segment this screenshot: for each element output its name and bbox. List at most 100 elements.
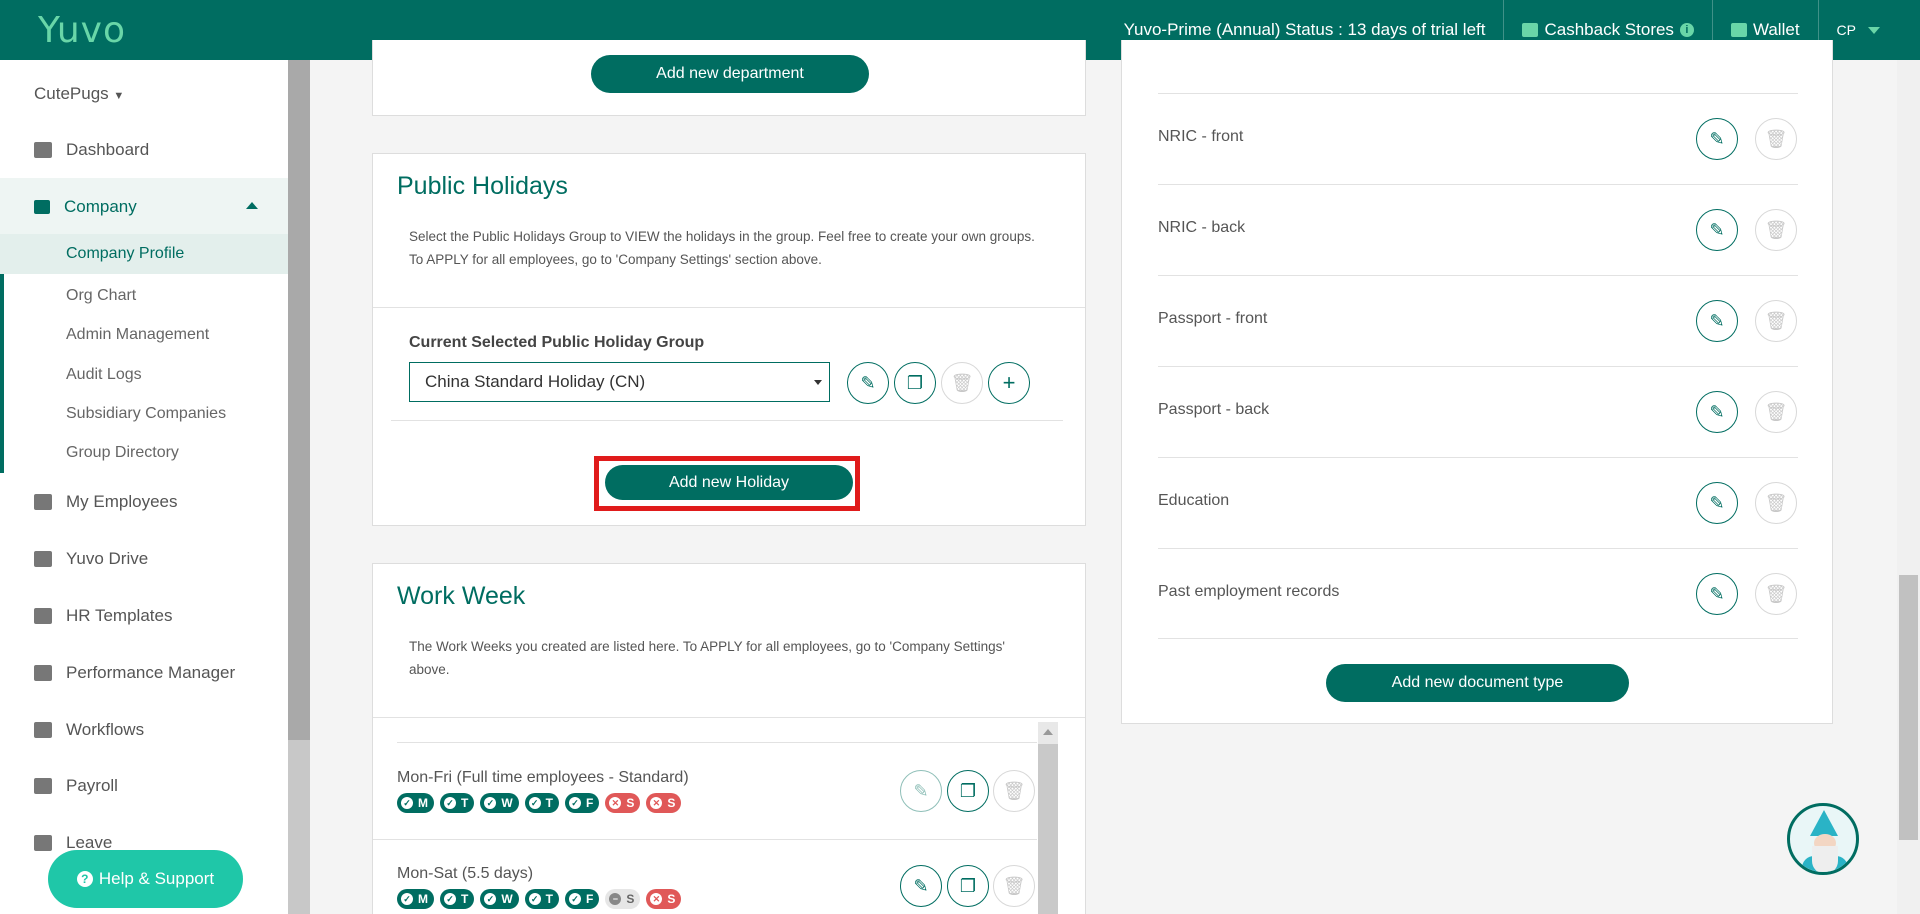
x-icon: ✕ <box>650 797 663 809</box>
copy-icon: ❐ <box>906 372 924 393</box>
delete-document-button[interactable]: 🗑 <box>1755 118 1797 160</box>
add-group-button[interactable]: + <box>988 362 1030 404</box>
yuvo-logo[interactable]: Yuvo <box>38 10 126 51</box>
sidebar-item-performance-manager[interactable]: Performance Manager <box>34 663 235 683</box>
copy-group-button[interactable]: ❐ <box>894 362 936 404</box>
public-holidays-title: Public Holidays <box>397 172 568 200</box>
day-on-badge: ✓ T <box>524 889 560 909</box>
delete-group-button[interactable]: 🗑 <box>941 362 983 404</box>
document-type-label: Education <box>1158 492 1230 509</box>
delete-work-week-button[interactable]: 🗑 <box>993 865 1035 907</box>
calendar-icon <box>34 835 52 851</box>
check-icon: ✓ <box>528 893 541 905</box>
delete-document-button[interactable]: 🗑 <box>1755 300 1797 342</box>
highlight-box <box>594 456 860 511</box>
day-on-badge: ✓ W <box>480 793 519 813</box>
pencil-icon: ✎ <box>860 372 876 393</box>
copy-work-week-button[interactable]: ❐ <box>947 770 989 812</box>
delete-work-week-button[interactable]: 🗑 <box>993 770 1035 812</box>
day-letter: T <box>461 892 469 906</box>
edit-document-button[interactable]: ✎ <box>1696 118 1738 160</box>
document-type-row: NRIC - back ✎ 🗑 <box>1158 184 1798 275</box>
sidebar-sub-org-chart[interactable]: Org Chart <box>66 287 136 305</box>
sidebar-item-label: HR Templates <box>66 606 173 625</box>
sidebar-sub-company-profile[interactable]: Company Profile <box>0 234 288 274</box>
day-on-badge: ✓ F <box>565 793 600 813</box>
sidebar-item-label: Company <box>64 197 137 216</box>
day-off-badge: ✕ S <box>646 793 682 813</box>
delete-document-button[interactable]: 🗑 <box>1755 209 1797 251</box>
edit-document-button[interactable]: ✎ <box>1696 482 1738 524</box>
day-letter: M <box>418 892 428 906</box>
sidebar-sub-subsidiary-companies[interactable]: Subsidiary Companies <box>66 405 226 423</box>
holiday-group-select[interactable]: China Standard Holiday (CN) <box>409 362 830 402</box>
pencil-icon: ✎ <box>1709 219 1725 240</box>
sidebar-item-my-employees[interactable]: My Employees <box>34 492 177 512</box>
add-department-button[interactable]: Add new department <box>591 55 869 93</box>
pencil-icon: ✎ <box>1709 128 1725 149</box>
help-support-button[interactable]: ? Help & Support <box>48 850 243 908</box>
chevron-up-icon[interactable] <box>246 202 258 209</box>
day-on-badge: ✓ T <box>440 793 475 813</box>
edit-document-button[interactable]: ✎ <box>1696 300 1738 342</box>
check-icon: ✓ <box>569 797 582 809</box>
check-icon: ✓ <box>569 893 582 905</box>
sidebar-item-hr-templates[interactable]: HR Templates <box>34 606 172 626</box>
work-week-scrollbar-thumb[interactable] <box>1038 744 1058 914</box>
sidebar-item-company-label[interactable]: Company <box>34 197 137 217</box>
assistant-avatar[interactable] <box>1787 803 1859 875</box>
add-document-type-button[interactable]: Add new document type <box>1326 664 1629 702</box>
sidebar-scrollbar-thumb[interactable] <box>288 60 310 740</box>
sidebar-sub-admin-management[interactable]: Admin Management <box>66 326 209 344</box>
pencil-icon: ✎ <box>1709 492 1725 513</box>
check-icon: ✓ <box>528 797 541 809</box>
edit-document-button[interactable]: ✎ <box>1696 391 1738 433</box>
trash-icon: 🗑 <box>1002 780 1026 801</box>
page-scrollbar-thumb[interactable] <box>1899 575 1918 840</box>
chevron-up-icon[interactable] <box>1043 729 1053 735</box>
beard-shape <box>1812 846 1838 872</box>
sidebar-sub-audit-logs[interactable]: Audit Logs <box>66 366 142 384</box>
sidebar-item-dashboard[interactable]: Dashboard <box>34 140 149 160</box>
document-type-row: Education ✎ 🗑 <box>1158 457 1798 548</box>
edit-document-button[interactable]: ✎ <box>1696 573 1738 615</box>
day-letter: S <box>667 796 676 810</box>
day-on-badge: ✓ M <box>397 793 434 813</box>
delete-document-button[interactable]: 🗑 <box>1755 391 1797 433</box>
copy-work-week-button[interactable]: ❐ <box>947 865 989 907</box>
sidebar-sub-group-directory[interactable]: Group Directory <box>66 444 179 462</box>
help-label: Help & Support <box>98 869 215 888</box>
day-off-badge: ✕ S <box>605 793 641 813</box>
edit-document-button[interactable]: ✎ <box>1696 209 1738 251</box>
sidebar-item-label: My Employees <box>66 492 178 511</box>
coins-icon <box>1522 23 1539 37</box>
delete-document-button[interactable]: 🗑 <box>1755 482 1797 524</box>
sidebar-item-yuvo-drive[interactable]: Yuvo Drive <box>34 549 148 569</box>
day-letter: W <box>501 892 513 906</box>
day-off-badge: ✕ S <box>646 889 682 909</box>
day-half-badge: − S <box>605 889 641 909</box>
trash-icon: 🗑 <box>1764 310 1788 331</box>
info-icon[interactable]: i <box>1679 23 1694 37</box>
company-switcher[interactable]: CutePugs ▼ <box>34 84 124 104</box>
document-type-row: Past employment records ✎ 🗑 <box>1158 548 1798 639</box>
holiday-group-value: China Standard Holiday (CN) <box>425 372 646 391</box>
user-initials: CP <box>1836 22 1856 38</box>
divider <box>373 717 1085 718</box>
edit-work-week-button[interactable]: ✎ <box>900 770 942 812</box>
trash-icon: 🗑 <box>950 372 974 393</box>
day-letter: M <box>418 796 428 810</box>
document-type-label: Passport - front <box>1158 310 1268 327</box>
sidebar-item-workflows[interactable]: Workflows <box>34 720 144 740</box>
edit-group-button[interactable]: ✎ <box>847 362 889 404</box>
work-week-days: ✓ M ✓ T ✓ W ✓ T ✓ F − S ✕ S <box>397 889 687 909</box>
day-on-badge: ✓ F <box>565 889 600 909</box>
day-letter: T <box>545 892 554 906</box>
edit-work-week-button[interactable]: ✎ <box>900 865 942 907</box>
sidebar-item-payroll[interactable]: Payroll <box>34 776 118 796</box>
day-letter: T <box>545 796 554 810</box>
day-letter: S <box>667 892 676 906</box>
document-type-label: Past employment records <box>1158 583 1340 600</box>
delete-document-button[interactable]: 🗑 <box>1755 573 1797 615</box>
copy-icon: ❐ <box>959 875 977 896</box>
